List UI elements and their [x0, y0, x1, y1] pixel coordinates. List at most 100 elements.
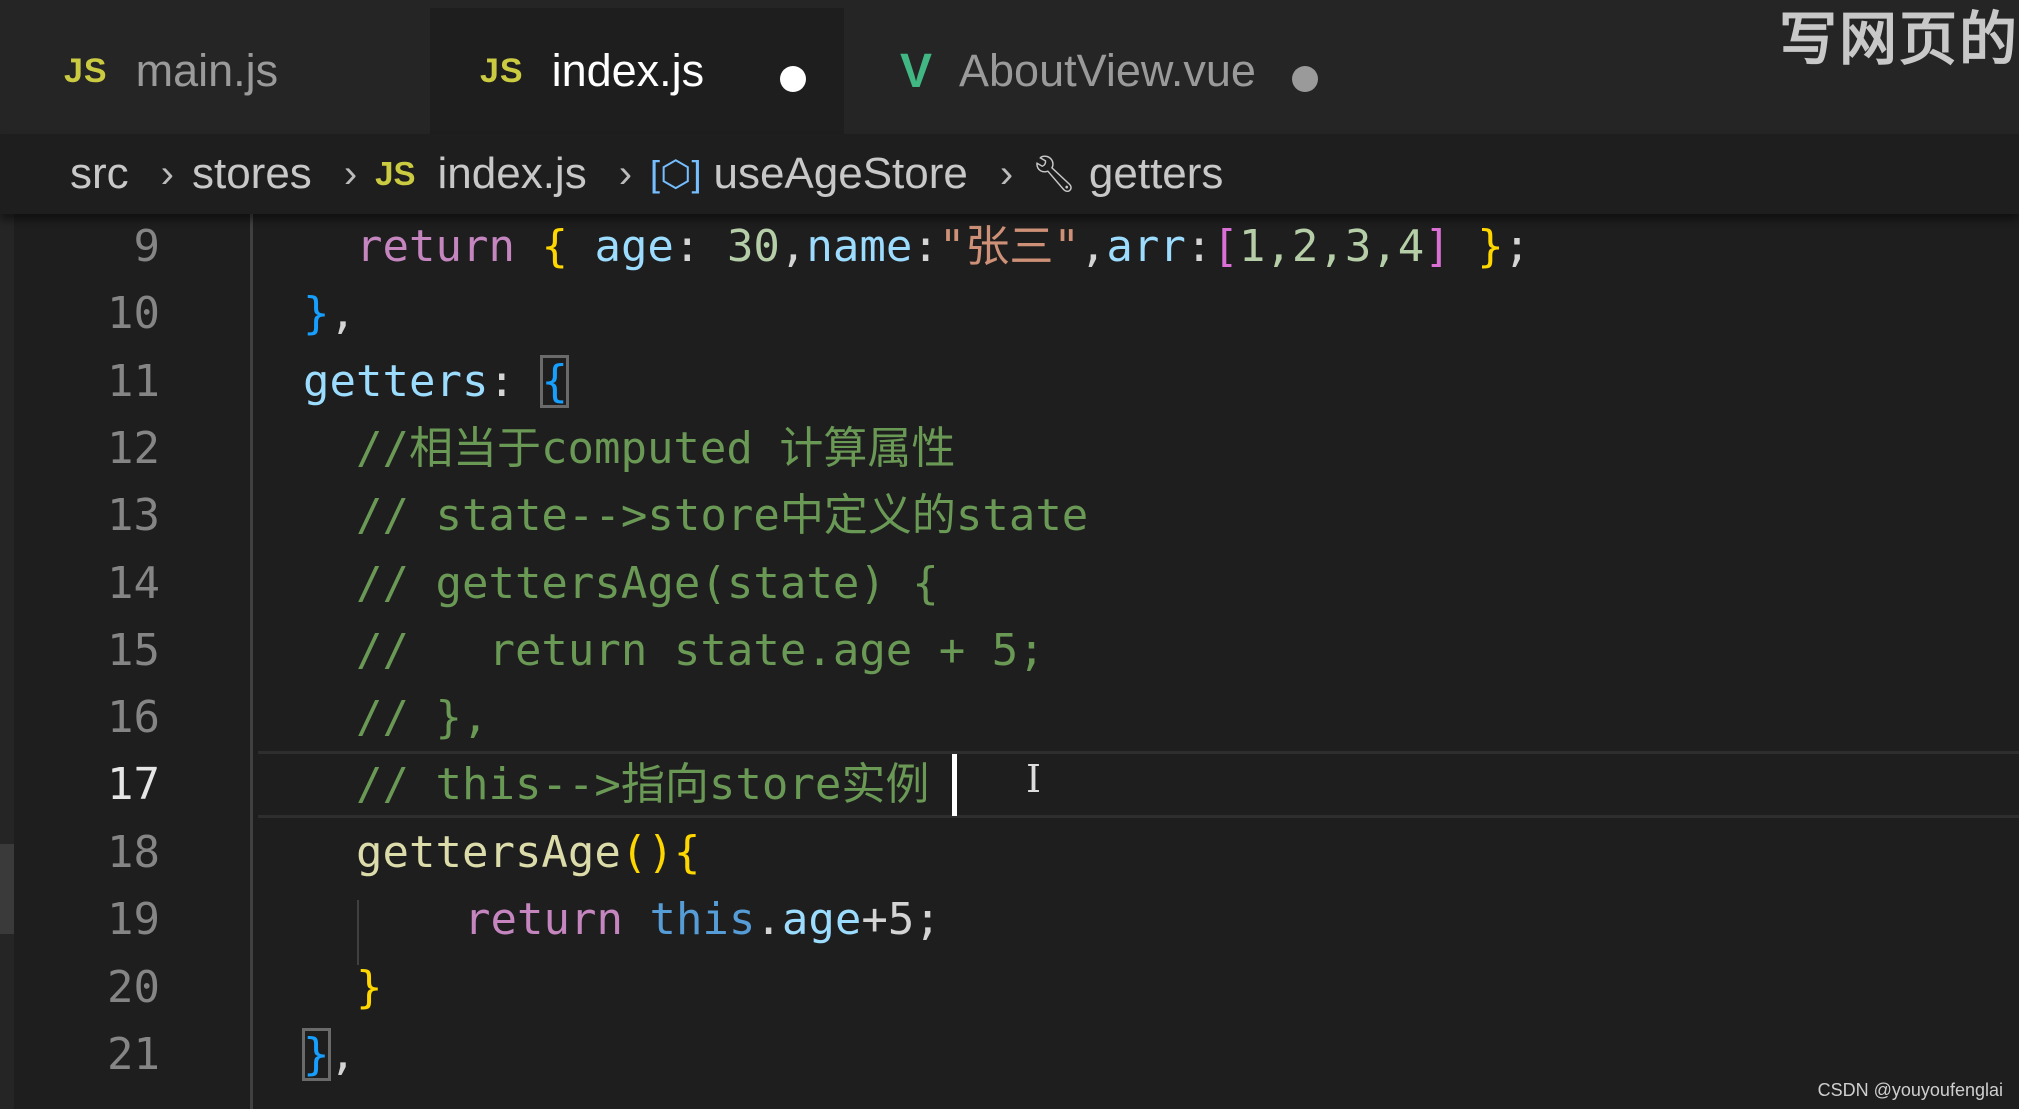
token: . — [755, 894, 782, 945]
comment: // gettersAge(state) { — [356, 558, 939, 609]
token: , — [329, 1029, 357, 1080]
token: 30 — [726, 221, 780, 272]
code-editor[interactable]: 9 return { age: 30,name:"张三",arr:[1,2,3,… — [0, 214, 2019, 1109]
token: [ — [1212, 221, 1239, 272]
token: () — [620, 827, 674, 878]
line-number: 15 — [107, 625, 160, 676]
code-line: 12 //相当于computed 计算属性 — [0, 415, 2019, 482]
chevron-right-icon: › — [160, 151, 174, 196]
chevron-right-icon: › — [343, 151, 358, 196]
code-line: 20 } — [0, 954, 2019, 1021]
token: getters — [303, 356, 489, 407]
line-number: 10 — [107, 288, 160, 339]
breadcrumb: src › stores › JS index.js › [⬡] useAgeS… — [0, 134, 2019, 214]
indent-guide — [250, 214, 253, 1109]
comment: // this-->指向store实例 — [356, 759, 930, 810]
token: this — [649, 894, 756, 945]
text-cursor — [952, 754, 957, 816]
line-content: gettersAge(){ — [356, 819, 700, 886]
token: return — [356, 221, 515, 272]
token: return — [464, 894, 623, 945]
token: } — [356, 962, 383, 1013]
code-line: 16 // }, — [0, 684, 2019, 751]
code-line: 19 return this.age+5; — [0, 886, 2019, 953]
token: { — [541, 221, 568, 272]
tab-label: AboutView.vue — [959, 45, 1256, 96]
indent-guide — [357, 900, 359, 965]
token: name — [806, 221, 913, 272]
line-number: 18 — [107, 827, 160, 878]
token: : — [1185, 221, 1213, 272]
comment: //相当于computed 计算属性 — [356, 423, 956, 474]
breadcrumb-item-src[interactable]: src — [70, 149, 129, 199]
tab-aboutview-vue[interactable]: V AboutView.vue — [846, 8, 1354, 134]
token: arr — [1106, 221, 1186, 272]
mouse-ibeam-icon: I — [1026, 757, 1042, 801]
watermark: CSDN @youyoufenglai — [1817, 1080, 2003, 1100]
tab-index-js[interactable]: JS index.js — [430, 8, 844, 134]
javascript-file-icon: JS — [480, 51, 524, 90]
token: } — [303, 288, 330, 339]
line-content: }, — [302, 1021, 357, 1088]
token: , — [1079, 221, 1107, 272]
overlay-caption: 写网页的 — [1778, 5, 2019, 73]
token: } — [1477, 221, 1504, 272]
comment: // state-->store中定义的state — [356, 490, 1089, 541]
token: , — [779, 221, 807, 272]
line-number: 14 — [107, 558, 160, 609]
code-line: 11 getters: { — [0, 348, 2019, 415]
chevron-right-icon: › — [999, 151, 1014, 196]
line-number: 9 — [133, 221, 161, 272]
code-line-current: 17 // this-->指向store实例 I — [0, 751, 2019, 818]
code-line: 13 // state-->store中定义的state — [0, 482, 2019, 549]
breadcrumb-item-file[interactable]: index.js — [438, 149, 587, 199]
javascript-file-icon: JS — [64, 51, 108, 90]
line-number: 20 — [107, 962, 160, 1013]
variable-symbol-icon: [⬡] — [650, 153, 702, 194]
line-number: 16 — [107, 692, 160, 743]
token: age — [594, 221, 674, 272]
tab-label: index.js — [551, 45, 705, 96]
token: ] — [1424, 221, 1451, 272]
vue-file-icon: V — [900, 44, 934, 98]
tab-main-js[interactable]: JS main.js — [14, 8, 428, 134]
matched-bracket: { — [540, 355, 569, 408]
line-content: return { age: 30,name:"张三",arr:[1,2,3,4]… — [356, 213, 1530, 280]
token: "张三" — [938, 221, 1080, 272]
code-line: 18 gettersAge(){ — [0, 819, 2019, 886]
code-line: 21 }, — [0, 1021, 2019, 1088]
token: { — [673, 827, 701, 878]
code-line: 10 }, — [0, 280, 2019, 347]
chevron-right-icon: › — [618, 151, 633, 196]
javascript-file-icon: JS — [375, 155, 416, 192]
line-content: }, — [303, 280, 356, 347]
token: , — [329, 288, 357, 339]
line-content: return this.age+5; — [464, 886, 941, 953]
token: gettersAge — [356, 827, 621, 878]
code-line: 15 // return state.age + 5; — [0, 617, 2019, 684]
token: : — [488, 356, 515, 407]
token: ; — [1503, 221, 1531, 272]
token: 1,2,3,4 — [1238, 221, 1425, 272]
unsaved-dot-icon[interactable] — [780, 66, 806, 92]
line-number: 12 — [107, 423, 160, 474]
matched-bracket: } — [302, 1028, 331, 1081]
line-number: 11 — [107, 356, 160, 407]
code-line: 9 return { age: 30,name:"张三",arr:[1,2,3,… — [0, 213, 2019, 280]
tab-label: main.js — [135, 45, 279, 96]
breadcrumb-item-store[interactable]: useAgeStore — [713, 149, 967, 199]
unsaved-dot-icon[interactable] — [1292, 66, 1318, 92]
line-number: 17 — [107, 759, 160, 810]
comment: // }, — [356, 692, 489, 743]
token: age — [781, 894, 862, 945]
line-number: 13 — [107, 490, 160, 541]
breadcrumb-item-stores[interactable]: stores — [192, 149, 312, 199]
line-number: 19 — [107, 894, 160, 945]
token: : — [673, 221, 701, 272]
wrench-icon: 🔧︎ — [1031, 153, 1077, 194]
line-content: getters: { — [303, 348, 569, 415]
breadcrumb-item-getters[interactable]: getters — [1089, 149, 1224, 199]
comment: // return state.age + 5; — [356, 625, 1045, 676]
tab-bar: JS main.js JS index.js V AboutView.vue — [0, 0, 2019, 134]
token: +5; — [861, 894, 941, 945]
